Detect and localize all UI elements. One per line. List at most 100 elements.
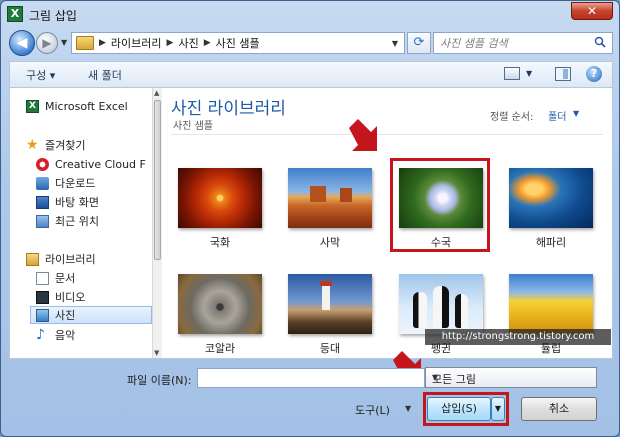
filename-input[interactable] — [197, 368, 425, 388]
thumbnail-caption[interactable]: 사막 — [280, 234, 380, 250]
browser-content: X Microsoft Excel ★ 즐겨찾기 Creative Cloud … — [9, 87, 613, 359]
dialog-window: X 그림 삽입 ✕ ◀ ▶ ▼ ▶ 라이브러리 ▶ 사진 ▶ 사진 샘플 ▼ ⟳… — [0, 0, 620, 437]
recent-pages-dropdown[interactable]: ▼ — [61, 38, 67, 47]
breadcrumb-sample-pictures[interactable]: 사진 샘플 — [216, 35, 260, 51]
navigation-row: ◀ ▶ ▼ ▶ 라이브러리 ▶ 사진 ▶ 사진 샘플 ▼ ⟳ — [9, 30, 613, 58]
tools-dropdown-icon[interactable]: ▼ — [405, 404, 411, 413]
view-dropdown-icon[interactable]: ▼ — [526, 69, 532, 78]
thumbnail-caption[interactable]: 국화 — [170, 234, 270, 250]
help-icon[interactable]: ? — [586, 66, 602, 82]
nav-item-label: 바탕 화면 — [55, 196, 99, 209]
breadcrumb-library[interactable]: 라이브러리 — [111, 35, 162, 51]
tools-menu[interactable]: 도구(L) — [355, 402, 390, 418]
music-icon: ♪ — [36, 326, 45, 343]
lighthouse-image — [288, 274, 372, 334]
divider — [171, 134, 603, 135]
nav-item-videos[interactable]: 비디오 — [36, 288, 150, 306]
picture-icon — [36, 308, 49, 322]
chevron-right-icon[interactable]: ▶ — [99, 38, 106, 48]
thumbnail-caption[interactable]: 코알라 — [170, 340, 270, 356]
nav-item-label: 사진 — [55, 309, 76, 322]
nav-item-microsoft-excel[interactable]: X Microsoft Excel — [26, 97, 150, 115]
nav-item-label: Creative Cloud F — [55, 157, 146, 171]
desktop-icon — [36, 195, 49, 209]
thumbnail-desert[interactable] — [288, 168, 372, 228]
search-icon[interactable] — [594, 36, 606, 48]
desert-image — [288, 168, 372, 228]
thumbnail-jellyfish[interactable] — [509, 168, 593, 228]
sort-label: 정렬 순서: — [490, 112, 534, 123]
nav-item-label: 문서 — [55, 272, 76, 285]
scroll-down-icon[interactable]: ▼ — [154, 349, 159, 357]
chrysanthemum-image — [178, 168, 262, 228]
creative-cloud-icon — [36, 157, 49, 171]
recent-icon — [36, 214, 49, 228]
nav-item-label: 음악 — [55, 329, 76, 342]
scroll-up-icon[interactable]: ▲ — [154, 89, 159, 97]
filename-label: 파일 이름(N): — [127, 374, 192, 387]
thumbnail-chrysanthemum[interactable] — [178, 168, 262, 228]
cancel-button[interactable]: 취소 — [521, 397, 597, 421]
dialog-footer: 파일 이름(N): 모든 그림 ▼ 도구(L) ▼ 삽입(S) ▼ 취소 — [9, 361, 613, 431]
nav-item-pictures[interactable]: 사진 — [30, 306, 152, 324]
nav-item-downloads[interactable]: 다운로드 — [36, 174, 150, 192]
file-type-select[interactable]: 모든 그림 ▼ — [425, 367, 597, 388]
preview-pane-icon[interactable] — [555, 67, 571, 81]
file-list: 사진 라이브러리 사진 샘플 정렬 순서: 폴더 ▼ 국화 사막 수국 해파리 … — [163, 88, 612, 358]
selection-highlight-box — [390, 158, 490, 252]
sort-by-dropdown[interactable]: 폴더 — [548, 108, 566, 123]
folder-icon — [76, 36, 94, 50]
breadcrumb-pictures[interactable]: 사진 — [178, 35, 198, 51]
star-icon: ★ — [26, 136, 39, 153]
organize-menu[interactable]: 구성 ▾ — [26, 67, 55, 83]
window-title: 그림 삽입 — [29, 9, 77, 23]
jellyfish-image — [509, 168, 593, 228]
nav-item-recent-places[interactable]: 최근 위치 — [36, 212, 150, 230]
thumbnail-lighthouse[interactable] — [288, 274, 372, 334]
nav-item-documents[interactable]: 문서 — [36, 269, 150, 287]
chevron-right-icon[interactable]: ▶ — [204, 38, 211, 48]
nav-item-label: 라이브러리 — [45, 253, 96, 266]
new-folder-button[interactable]: 새 폴더 — [88, 67, 122, 83]
nav-item-favorites[interactable]: ★ 즐겨찾기 — [26, 136, 150, 154]
navigation-scrollbar[interactable]: ▲ ▼ — [152, 88, 162, 358]
title-bar[interactable]: X 그림 삽입 ✕ — [1, 1, 619, 27]
thumbnail-penguins[interactable] — [399, 274, 483, 334]
command-bar: 구성 ▾ 새 폴더 ▼ ? — [9, 61, 613, 87]
back-button[interactable]: ◀ — [9, 30, 35, 56]
nav-item-libraries[interactable]: 라이브러리 — [26, 250, 150, 268]
arrow-left-icon: ◀ — [16, 35, 28, 51]
red-arrow-icon — [349, 119, 377, 151]
nav-item-label: 최근 위치 — [55, 215, 99, 228]
excel-app-icon: X — [7, 6, 23, 22]
chevron-right-icon[interactable]: ▶ — [167, 38, 174, 48]
forward-button[interactable]: ▶ — [36, 32, 58, 54]
koala-image — [178, 274, 262, 334]
close-button[interactable]: ✕ — [571, 2, 613, 20]
address-dropdown-icon[interactable]: ▼ — [392, 39, 398, 48]
address-bar[interactable]: ▶ 라이브러리 ▶ 사진 ▶ 사진 샘플 ▼ — [71, 32, 405, 54]
library-icon — [26, 252, 39, 266]
excel-icon: X — [26, 99, 39, 113]
scrollbar-thumb[interactable] — [154, 100, 161, 260]
thumbnail-caption[interactable]: 해파리 — [501, 234, 601, 250]
nav-item-creative-cloud[interactable]: Creative Cloud F — [36, 155, 150, 173]
nav-item-label: Microsoft Excel — [45, 99, 128, 113]
thumbnail-caption[interactable]: 등대 — [280, 340, 380, 356]
search-box[interactable] — [433, 32, 613, 54]
watermark-text: http://strongstrong.tistory.com — [425, 329, 611, 345]
navigation-pane: X Microsoft Excel ★ 즐겨찾기 Creative Cloud … — [10, 88, 152, 358]
view-options-icon[interactable] — [504, 67, 520, 80]
library-subtitle: 사진 샘플 — [173, 121, 213, 132]
nav-item-desktop[interactable]: 바탕 화면 — [36, 193, 150, 211]
insert-highlight-box — [423, 392, 509, 426]
nav-item-music[interactable]: ♪ 음악 — [36, 326, 150, 344]
thumbnail-tulips[interactable] — [509, 274, 593, 334]
refresh-button[interactable]: ⟳ — [407, 32, 431, 54]
document-icon — [36, 271, 49, 285]
sort-dropdown-icon[interactable]: ▼ — [573, 109, 579, 118]
thumbnail-koala[interactable] — [178, 274, 262, 334]
download-icon — [36, 176, 49, 190]
arrow-right-icon: ▶ — [42, 36, 52, 50]
search-input[interactable] — [440, 36, 590, 51]
